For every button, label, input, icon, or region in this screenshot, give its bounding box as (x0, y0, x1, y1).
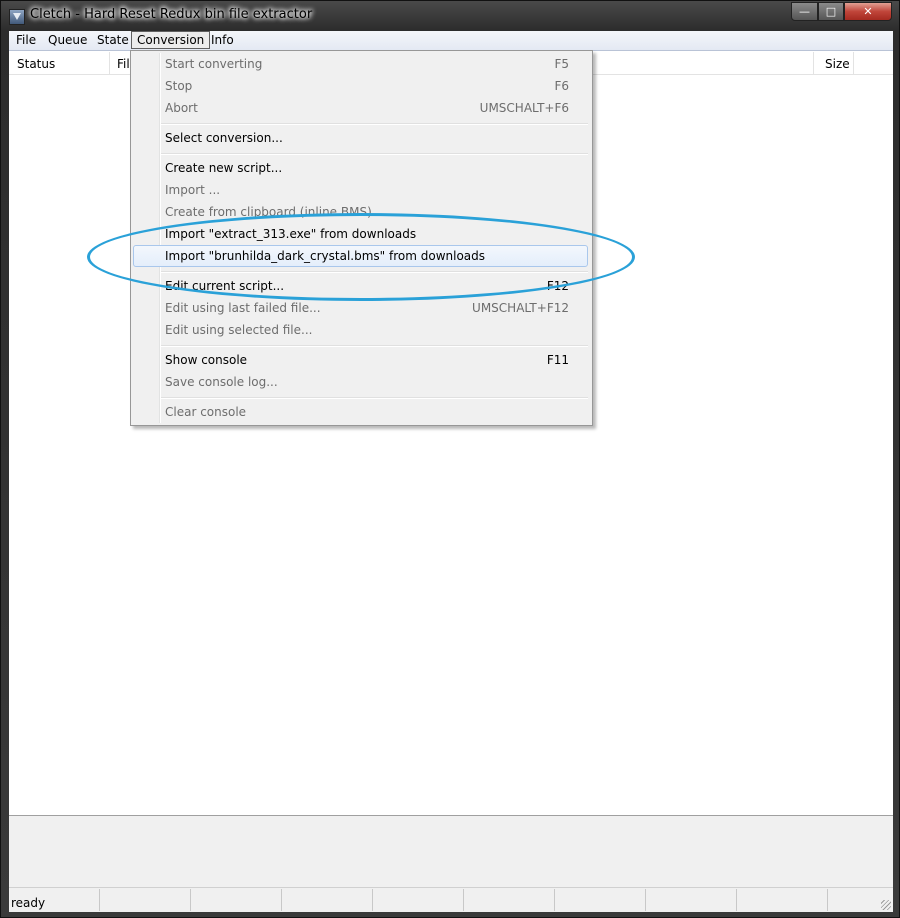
menu-item-shortcut: F12 (546, 279, 569, 293)
menu-item-create-from-clipboard[interactable]: Create from clipboard (inline BMS) (133, 201, 588, 223)
menu-item-label: Create from clipboard (inline BMS) (165, 205, 372, 219)
status-segment (191, 889, 282, 911)
menu-item-label: Select conversion... (165, 131, 283, 145)
menu-item-shortcut: UMSCHALT+F12 (472, 301, 569, 315)
menu-item-label: Import ... (165, 183, 221, 197)
menu-item-save-console-log[interactable]: Save console log... (133, 371, 588, 393)
status-text: ready (11, 896, 46, 910)
console-panel (9, 815, 893, 888)
status-bar: ready (9, 887, 893, 912)
menu-item-label: Stop (165, 79, 193, 93)
status-segment (555, 889, 646, 911)
menu-item-show-console[interactable]: Show console F11 (133, 349, 588, 371)
menu-item-label: Show console (165, 353, 248, 367)
menu-item-create-new-script[interactable]: Create new script... (133, 157, 588, 179)
menu-item-stop[interactable]: Stop F6 (133, 75, 588, 97)
menu-separator (161, 345, 588, 347)
maximize-icon: □ (825, 5, 837, 18)
menu-item-shortcut: UMSCHALT+F6 (479, 101, 569, 115)
menu-queue[interactable]: Queue (43, 32, 92, 48)
column-header-status[interactable]: Status (17, 57, 55, 71)
close-button[interactable]: ✕ (844, 2, 892, 21)
menu-item-label: Clear console (165, 405, 247, 419)
status-segment (100, 889, 191, 911)
status-segment (373, 889, 464, 911)
menu-item-label: Import "extract_313.exe" from downloads (165, 227, 417, 241)
menu-file[interactable]: File (11, 32, 41, 48)
close-icon: ✕ (863, 5, 873, 18)
app-icon[interactable] (9, 9, 25, 25)
menu-item-shortcut: F11 (546, 353, 569, 367)
menu-item-shortcut: F5 (554, 57, 569, 71)
menu-item-label: Import "brunhilda_dark_crystal.bms" from… (165, 249, 486, 263)
menu-item-label: Start converting (165, 57, 263, 71)
menu-state[interactable]: State (92, 32, 134, 48)
menu-item-label: Edit current script... (165, 279, 285, 293)
menu-item-start-converting[interactable]: Start converting F5 (133, 53, 588, 75)
status-segment (282, 889, 373, 911)
column-header-size[interactable]: Size (825, 57, 850, 71)
status-segment (464, 889, 555, 911)
menu-item-label: Edit using last failed file... (165, 301, 321, 315)
menu-item-shortcut: F6 (554, 79, 569, 93)
menu-info[interactable]: Info (206, 32, 239, 48)
title-bar[interactable]: Cletch - Hard Reset Redux bin file extra… (1, 1, 899, 31)
status-segment (646, 889, 737, 911)
status-segment: ready (9, 889, 100, 911)
menu-item-label: Save console log... (165, 375, 278, 389)
app-window: Cletch - Hard Reset Redux bin file extra… (0, 0, 900, 918)
menu-item-label: Create new script... (165, 161, 283, 175)
column-header-file[interactable]: Fil (117, 57, 129, 71)
menu-separator (161, 123, 588, 125)
menu-bar: File Queue State Conversion Info (9, 31, 893, 51)
menu-item-edit-last-failed[interactable]: Edit using last failed file... UMSCHALT+… (133, 297, 588, 319)
column-divider[interactable] (813, 52, 814, 74)
menu-separator (161, 271, 588, 273)
minimize-button[interactable]: — (791, 2, 818, 21)
resize-grip-icon[interactable] (881, 900, 891, 910)
menu-item-label: Abort (165, 101, 198, 115)
window-title: Cletch - Hard Reset Redux bin file extra… (30, 7, 313, 22)
menu-item-import[interactable]: Import ... (133, 179, 588, 201)
minimize-icon: — (799, 5, 810, 18)
menu-conversion[interactable]: Conversion (131, 31, 211, 49)
menu-item-edit-current-script[interactable]: Edit current script... F12 (133, 275, 588, 297)
menu-item-import-brunhilda-bms[interactable]: Import "brunhilda_dark_crystal.bms" from… (133, 245, 588, 267)
menu-separator (161, 153, 588, 155)
menu-separator (161, 397, 588, 399)
column-divider[interactable] (109, 52, 110, 74)
menu-item-edit-selected-file[interactable]: Edit using selected file... (133, 319, 588, 341)
maximize-button[interactable]: □ (818, 2, 844, 21)
column-divider[interactable] (853, 52, 854, 74)
menu-item-clear-console[interactable]: Clear console (133, 401, 588, 423)
status-segment (737, 889, 828, 911)
menu-item-select-conversion[interactable]: Select conversion... (133, 127, 588, 149)
conversion-menu-dropdown: Start converting F5 Stop F6 Abort UMSCHA… (130, 50, 593, 426)
menu-item-abort[interactable]: Abort UMSCHALT+F6 (133, 97, 588, 119)
menu-item-label: Edit using selected file... (165, 323, 313, 337)
menu-item-import-extract-exe[interactable]: Import "extract_313.exe" from downloads (133, 223, 588, 245)
